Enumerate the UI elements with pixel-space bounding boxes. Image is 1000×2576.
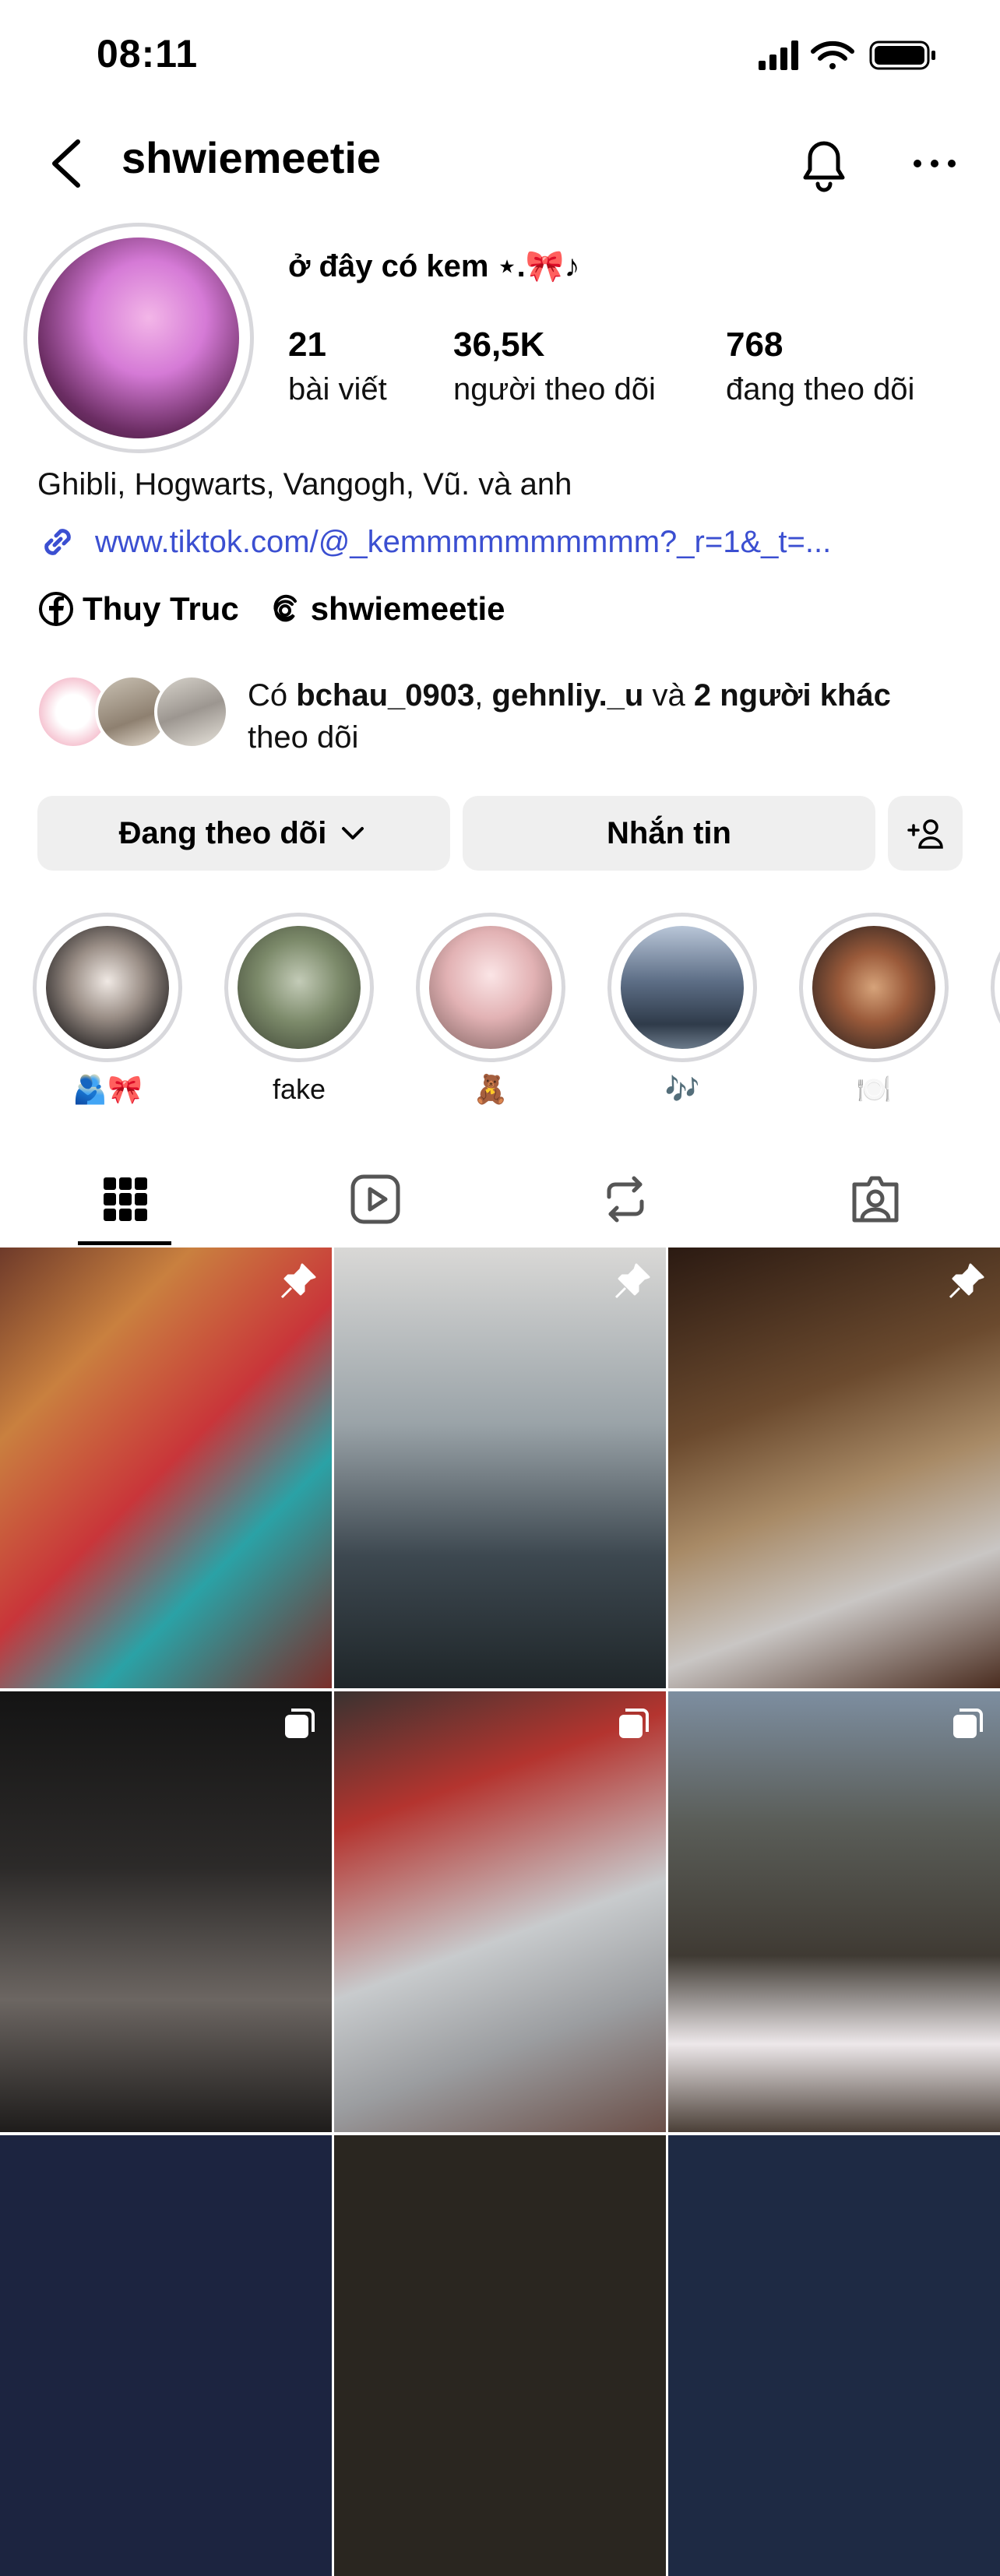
highlight-label: 🍽️ bbox=[856, 1073, 892, 1105]
carousel-icon bbox=[619, 1709, 649, 1738]
post-thumbnail[interactable] bbox=[0, 1248, 332, 1688]
highlight-image bbox=[812, 926, 935, 1049]
bio-link[interactable]: www.tiktok.com/@_kemmmmmmmmmm?_r=1&_t=..… bbox=[37, 522, 831, 562]
profile-username: shwiemeetie bbox=[121, 133, 382, 182]
pin-icon bbox=[280, 1263, 316, 1299]
tab-posts[interactable] bbox=[0, 1153, 250, 1246]
post-thumbnail[interactable] bbox=[668, 2135, 1000, 2576]
status-icons bbox=[755, 37, 942, 73]
highlight-1[interactable]: 🫂🎀 bbox=[33, 913, 182, 1109]
profile-avatar[interactable] bbox=[23, 223, 254, 453]
reels-icon bbox=[350, 1174, 400, 1224]
posts-label: bài viết bbox=[288, 372, 387, 406]
reposts-icon bbox=[607, 1176, 643, 1223]
grid-icon bbox=[103, 1177, 147, 1221]
tagged-icon bbox=[852, 1176, 898, 1223]
highlight-4[interactable]: 🎶 bbox=[607, 913, 757, 1109]
stat-posts[interactable]: 21 bài viết bbox=[288, 326, 387, 407]
highlight-label: 🫂🎀 bbox=[72, 1073, 143, 1105]
profile-tabs bbox=[0, 1153, 1000, 1246]
post-thumbnail[interactable] bbox=[668, 1691, 1000, 2132]
social-links: Thuy Truc shwiemeetie bbox=[37, 590, 532, 628]
post-thumbnail[interactable] bbox=[334, 1691, 666, 2132]
following-button[interactable]: Đang theo dõi bbox=[37, 796, 450, 871]
followers-count: 36,5K bbox=[453, 326, 545, 364]
highlight-ring bbox=[416, 913, 565, 1062]
profile-bio: Ghibli, Hogwarts, Vangogh, Vũ. và anh bbox=[37, 467, 572, 501]
highlight-image bbox=[46, 926, 169, 1049]
stat-followers[interactable]: 36,5K người theo dõi bbox=[453, 326, 656, 407]
threads-link[interactable]: shwiemeetie bbox=[266, 590, 505, 628]
following-count: 768 bbox=[726, 326, 783, 364]
post-thumbnail[interactable] bbox=[334, 2135, 666, 2576]
highlight-ring bbox=[33, 913, 182, 1062]
signal-icon bbox=[759, 40, 798, 70]
bio-link-text[interactable]: www.tiktok.com/@_kemmmmmmmmmm?_r=1&_t=..… bbox=[95, 525, 831, 560]
back-button[interactable] bbox=[44, 132, 90, 195]
facebook-name: Thuy Truc bbox=[83, 590, 239, 627]
following-label: đang theo dõi bbox=[726, 372, 915, 406]
mutual-others[interactable]: 2 người khác bbox=[694, 678, 891, 713]
highlight-ring bbox=[224, 913, 374, 1062]
highlight-2[interactable]: fake bbox=[224, 913, 374, 1109]
highlight-6-partial[interactable] bbox=[991, 913, 1000, 1062]
posts-grid bbox=[0, 1248, 1000, 2576]
message-button-label: Nhắn tin bbox=[607, 815, 731, 850]
post-thumbnail[interactable] bbox=[334, 1248, 666, 1688]
stat-following[interactable]: 768 đang theo dõi bbox=[726, 326, 914, 407]
add-user-icon bbox=[907, 819, 943, 849]
pin-icon bbox=[614, 1263, 650, 1299]
highlight-image bbox=[429, 926, 552, 1049]
mutual-followers-avatars[interactable] bbox=[36, 674, 231, 752]
mutual-user-1[interactable]: bchau_0903 bbox=[296, 678, 474, 713]
battery-icon bbox=[869, 40, 935, 70]
display-name: ở đây có kem ⋆.🎀♪ bbox=[288, 249, 580, 283]
highlight-label: 🧸 bbox=[473, 1073, 509, 1105]
followed-by-and: và bbox=[643, 678, 694, 713]
mutual-avatar bbox=[154, 674, 229, 749]
post-thumbnail[interactable] bbox=[0, 2135, 332, 2576]
chevron-down-icon bbox=[342, 827, 364, 839]
mutual-user-2[interactable]: gehnliy._u bbox=[492, 678, 644, 713]
threads-name: shwiemeetie bbox=[310, 590, 505, 627]
followed-by-prefix: Có bbox=[248, 678, 297, 713]
highlight-ring bbox=[799, 913, 949, 1062]
avatar-image bbox=[38, 238, 239, 438]
posts-count: 21 bbox=[288, 326, 326, 364]
threads-icon bbox=[273, 594, 297, 622]
tab-reels[interactable] bbox=[250, 1153, 500, 1246]
followers-label: người theo dõi bbox=[453, 372, 656, 406]
suggest-users-button[interactable] bbox=[888, 796, 963, 871]
pin-icon bbox=[949, 1263, 984, 1299]
bell-icon bbox=[803, 141, 845, 192]
more-options-button[interactable] bbox=[910, 132, 960, 195]
following-button-label: Đang theo dõi bbox=[118, 815, 327, 850]
facebook-link[interactable]: Thuy Truc bbox=[37, 590, 239, 628]
post-thumbnail[interactable] bbox=[668, 1248, 1000, 1688]
status-time: 08:11 bbox=[97, 32, 199, 76]
highlight-image bbox=[238, 926, 361, 1049]
carousel-icon bbox=[285, 1709, 315, 1738]
chevron-left-icon bbox=[52, 139, 80, 188]
followed-by-suffix: theo dõi bbox=[248, 720, 359, 755]
highlight-label: fake bbox=[272, 1073, 326, 1105]
message-button[interactable]: Nhắn tin bbox=[463, 796, 875, 871]
tab-tagged[interactable] bbox=[750, 1153, 1000, 1246]
facebook-icon bbox=[39, 592, 73, 626]
followed-by-text[interactable]: Có bchau_0903, gehnliy._u và 2 người khá… bbox=[248, 674, 980, 758]
tab-reposts[interactable] bbox=[500, 1153, 750, 1246]
highlight-image bbox=[621, 926, 744, 1049]
highlight-ring bbox=[607, 913, 757, 1062]
link-icon bbox=[44, 529, 71, 555]
carousel-icon bbox=[953, 1709, 983, 1738]
highlight-label: 🎶 bbox=[664, 1073, 700, 1105]
more-horizontal-icon bbox=[914, 160, 956, 167]
post-thumbnail[interactable] bbox=[0, 1691, 332, 2132]
followed-by-sep: , bbox=[474, 678, 492, 713]
active-tab-indicator bbox=[78, 1241, 171, 1245]
highlight-3[interactable]: 🧸 bbox=[416, 913, 565, 1109]
highlight-5[interactable]: 🍽️ bbox=[799, 913, 949, 1109]
wifi-icon bbox=[811, 40, 854, 69]
notifications-button[interactable] bbox=[794, 132, 854, 195]
